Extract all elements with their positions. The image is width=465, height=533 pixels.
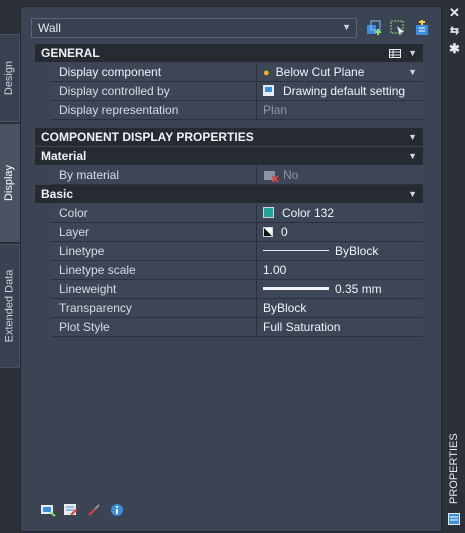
- property-name: Color: [51, 204, 257, 223]
- property-name: Display component: [51, 63, 257, 82]
- row-lineweight[interactable]: Lineweight 0.35 mm: [35, 280, 423, 299]
- row-color[interactable]: Color Color 132: [35, 204, 423, 223]
- property-value: No: [257, 166, 423, 185]
- palette-title: PROPERTIES: [446, 433, 464, 504]
- tab-design[interactable]: Design: [0, 34, 20, 122]
- general-section-title: GENERAL: [41, 46, 100, 60]
- property-name: Plot Style: [51, 318, 257, 337]
- material-header[interactable]: Material ▼: [35, 147, 423, 166]
- lineweight-value: 0.35 mm: [335, 282, 382, 296]
- quick-select-icon[interactable]: [365, 19, 383, 37]
- row-layer[interactable]: Layer 0: [35, 223, 423, 242]
- row-display-representation: Display representation Plan: [35, 101, 423, 120]
- material-disabled-icon: [264, 171, 279, 183]
- basic-header[interactable]: Basic ▼: [35, 185, 423, 204]
- property-value[interactable]: Drawing default setting: [257, 82, 423, 101]
- color-swatch-icon: [263, 207, 274, 218]
- brush-icon[interactable]: [87, 503, 102, 517]
- row-linetype-scale[interactable]: Linetype scale 1.00: [35, 261, 423, 280]
- tab-extended-data-label: Extended Data: [3, 269, 16, 343]
- bottom-toolbar: [41, 503, 125, 517]
- property-name: Linetype: [51, 242, 257, 261]
- chevron-down-icon[interactable]: ▼: [408, 128, 417, 146]
- drawing-icon: [263, 85, 274, 96]
- linetype-preview: [263, 250, 329, 251]
- property-name: Transparency: [51, 299, 257, 318]
- property-value[interactable]: 0.35 mm: [257, 280, 423, 299]
- component-display-title: COMPONENT DISPLAY PROPERTIES: [41, 130, 254, 144]
- object-type-select[interactable]: Wall ▼: [31, 18, 357, 38]
- tab-display-label: Display: [3, 164, 16, 202]
- property-name: By material: [51, 166, 257, 185]
- row-display-component[interactable]: Display component ● Below Cut Plane ▼: [35, 63, 423, 82]
- lightbulb-icon: ●: [263, 67, 270, 79]
- table-icon[interactable]: [389, 49, 401, 58]
- color-value: Color 132: [282, 206, 335, 220]
- property-name: Display representation: [51, 101, 257, 120]
- property-name: Layer: [51, 223, 257, 242]
- by-material-value: No: [283, 168, 299, 182]
- gear-icon[interactable]: ✱: [447, 42, 462, 56]
- property-value[interactable]: Full Saturation: [257, 318, 423, 337]
- general-section-header[interactable]: GENERAL ▼: [35, 44, 423, 63]
- layer-swatch-icon: [263, 227, 273, 237]
- linetype-value: ByBlock: [335, 244, 379, 258]
- property-value[interactable]: ByBlock: [257, 242, 423, 261]
- palette-title-label: PROPERTIES: [448, 433, 460, 504]
- toggle-pickadd-icon[interactable]: [413, 19, 431, 37]
- select-objects-icon[interactable]: [389, 19, 407, 37]
- property-value[interactable]: Color 132: [257, 204, 423, 223]
- object-type-value: Wall: [38, 21, 61, 35]
- property-value[interactable]: ByBlock: [257, 299, 423, 318]
- edit-display-icon[interactable]: [64, 503, 79, 517]
- basic-title: Basic: [41, 187, 74, 201]
- property-value[interactable]: ● Below Cut Plane ▼: [257, 63, 423, 82]
- component-display-header[interactable]: COMPONENT DISPLAY PROPERTIES ▼: [35, 128, 423, 147]
- chevron-down-icon[interactable]: ▼: [408, 63, 417, 82]
- property-value: Plan: [257, 101, 423, 120]
- row-plot-style[interactable]: Plot Style Full Saturation: [35, 318, 423, 337]
- chevron-down-icon[interactable]: ▼: [408, 44, 417, 62]
- row-transparency[interactable]: Transparency ByBlock: [35, 299, 423, 318]
- lineweight-preview: [263, 287, 329, 290]
- row-by-material: By material No: [35, 166, 423, 185]
- display-controlled-value: Drawing default setting: [283, 84, 406, 98]
- select-display-icon[interactable]: [41, 503, 56, 517]
- properties-palette: Design Display Extended Data Wall ▼ GENE…: [0, 0, 465, 533]
- row-linetype[interactable]: Linetype ByBlock: [35, 242, 423, 261]
- chevron-down-icon[interactable]: ▼: [408, 185, 417, 203]
- properties-panel: Wall ▼ GENERAL ▼ Display component ● Bel…: [20, 6, 442, 532]
- tab-design-label: Design: [3, 60, 16, 96]
- property-name: Lineweight: [51, 280, 257, 299]
- layer-value: 0: [281, 225, 288, 239]
- display-component-value: Below Cut Plane: [275, 65, 365, 79]
- property-grid: GENERAL ▼ Display component ● Below Cut P…: [35, 44, 423, 337]
- tab-extended-data[interactable]: Extended Data: [0, 244, 20, 368]
- property-name: Display controlled by: [51, 82, 257, 101]
- property-value[interactable]: 1.00: [257, 261, 423, 280]
- properties-palette-icon[interactable]: [448, 513, 460, 525]
- chevron-down-icon: ▼: [342, 22, 351, 32]
- info-icon[interactable]: [110, 503, 125, 517]
- auto-hide-icon[interactable]: ⇆: [447, 24, 462, 38]
- chevron-down-icon[interactable]: ▼: [408, 147, 417, 165]
- material-title: Material: [41, 149, 87, 163]
- tab-display[interactable]: Display: [0, 124, 20, 242]
- property-value[interactable]: 0: [257, 223, 423, 242]
- close-icon[interactable]: ✕: [447, 6, 462, 20]
- property-name: Linetype scale: [51, 261, 257, 280]
- row-display-controlled-by[interactable]: Display controlled by Drawing default se…: [35, 82, 423, 101]
